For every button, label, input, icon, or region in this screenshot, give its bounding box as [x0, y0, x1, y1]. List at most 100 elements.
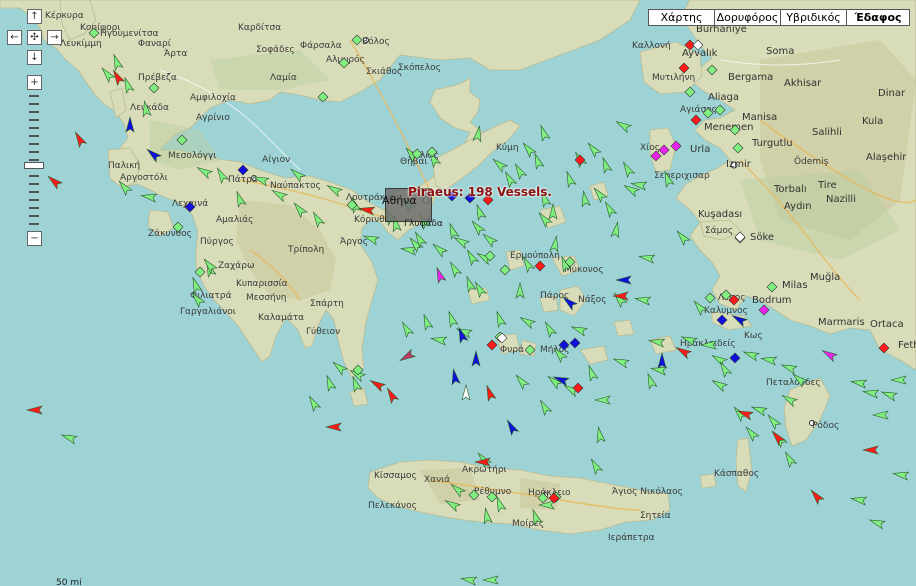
other-vessel-icon[interactable]: [398, 348, 417, 364]
cargo-vessel-icon[interactable]: [214, 166, 230, 185]
passenger-vessel-icon[interactable]: [561, 294, 579, 311]
cargo-vessel-icon[interactable]: [399, 320, 415, 339]
passenger-vessel-icon[interactable]: [471, 349, 481, 367]
cargo-vessel-icon[interactable]: [743, 425, 760, 443]
tanker-vessel-icon[interactable]: [324, 422, 342, 432]
cargo-vessel-icon[interactable]: [588, 457, 604, 476]
cargo-vessel-icon[interactable]: [518, 314, 537, 330]
tanker-vessel-icon[interactable]: [769, 429, 786, 447]
cargo-vessel-icon[interactable]: [563, 170, 577, 188]
cargo-vessel-icon[interactable]: [861, 387, 880, 399]
zoom-slider-handle[interactable]: [24, 162, 44, 170]
moored-tanker-icon[interactable]: [728, 294, 740, 306]
cargo-vessel-icon[interactable]: [633, 294, 652, 306]
cargo-vessel-icon[interactable]: [431, 241, 449, 258]
cargo-vessel-icon[interactable]: [674, 229, 691, 247]
moored-tanker-icon[interactable]: [878, 342, 890, 354]
cargo-vessel-icon[interactable]: [233, 190, 247, 208]
moored-cargo-icon[interactable]: [766, 281, 778, 293]
cargo-vessel-icon[interactable]: [331, 359, 349, 376]
moored-cargo-icon[interactable]: [524, 344, 536, 356]
cargo-vessel-icon[interactable]: [481, 231, 499, 248]
cargo-vessel-icon[interactable]: [710, 377, 729, 393]
moored-cargo-icon[interactable]: [317, 91, 329, 103]
cargo-vessel-icon[interactable]: [60, 431, 78, 445]
cargo-vessel-icon[interactable]: [139, 191, 158, 203]
cargo-vessel-icon[interactable]: [493, 310, 507, 328]
moored-cargo-icon[interactable]: [537, 492, 549, 504]
tanker-vessel-icon[interactable]: [674, 344, 693, 360]
cargo-vessel-icon[interactable]: [446, 222, 460, 240]
moored-cargo-icon[interactable]: [704, 292, 716, 304]
moored-cargo-icon[interactable]: [351, 34, 363, 46]
moored-cargo-icon[interactable]: [468, 489, 480, 501]
cargo-vessel-icon[interactable]: [110, 53, 124, 71]
passenger-vessel-icon[interactable]: [449, 367, 461, 386]
cargo-vessel-icon[interactable]: [447, 260, 463, 279]
passenger-vessel-icon[interactable]: [125, 115, 135, 133]
cargo-vessel-icon[interactable]: [529, 508, 543, 526]
cargo-vessel-icon[interactable]: [140, 99, 152, 118]
moored-cargo-icon[interactable]: [426, 146, 438, 158]
moored-special-icon[interactable]: [650, 150, 662, 162]
cargo-vessel-icon[interactable]: [765, 413, 782, 431]
passenger-vessel-icon[interactable]: [730, 312, 749, 328]
cargo-vessel-icon[interactable]: [742, 348, 760, 362]
special-vessel-icon[interactable]: [433, 266, 447, 284]
moored-passenger-icon[interactable]: [729, 352, 741, 364]
cargo-vessel-icon[interactable]: [699, 340, 717, 350]
cargo-vessel-icon[interactable]: [323, 374, 337, 392]
cargo-vessel-icon[interactable]: [520, 141, 537, 159]
tanker-vessel-icon[interactable]: [368, 377, 387, 393]
cargo-vessel-icon[interactable]: [513, 373, 530, 391]
cargo-vessel-icon[interactable]: [481, 506, 493, 525]
moored-cargo-icon[interactable]: [338, 57, 350, 69]
cargo-vessel-icon[interactable]: [585, 141, 602, 159]
cargo-vessel-icon[interactable]: [537, 124, 551, 142]
cargo-vessel-icon[interactable]: [464, 248, 480, 267]
moored-cargo-icon[interactable]: [714, 104, 726, 116]
moored-passenger-icon[interactable]: [569, 337, 581, 349]
cargo-vessel-icon[interactable]: [880, 388, 898, 402]
cargo-vessel-icon[interactable]: [310, 210, 326, 229]
cargo-vessel-icon[interactable]: [549, 234, 560, 253]
map-type-hybrid-button[interactable]: Υβριδικός: [780, 9, 847, 26]
moored-passenger-icon[interactable]: [716, 314, 728, 326]
cargo-vessel-icon[interactable]: [602, 200, 618, 219]
passenger-vessel-icon[interactable]: [504, 418, 520, 437]
moored-unknown-icon[interactable]: [692, 39, 704, 51]
moored-cargo-icon[interactable]: [486, 491, 498, 503]
cargo-vessel-icon[interactable]: [891, 469, 910, 481]
cargo-vessel-icon[interactable]: [537, 398, 553, 417]
moored-cargo-icon[interactable]: [148, 82, 160, 94]
vessel-layer[interactable]: [0, 0, 916, 586]
cargo-vessel-icon[interactable]: [593, 395, 611, 405]
cargo-vessel-icon[interactable]: [443, 497, 462, 513]
cargo-vessel-icon[interactable]: [515, 281, 525, 299]
moored-special-icon[interactable]: [658, 144, 670, 156]
cargo-vessel-icon[interactable]: [579, 189, 591, 208]
zoom-out-button[interactable]: −: [27, 231, 42, 246]
moored-tanker-icon[interactable]: [534, 260, 546, 272]
cargo-vessel-icon[interactable]: [750, 403, 768, 417]
moored-cargo-icon[interactable]: [684, 86, 696, 98]
map-type-satellite-button[interactable]: Δορυφόρος: [714, 9, 781, 26]
moored-cargo-icon[interactable]: [720, 289, 732, 301]
cargo-vessel-icon[interactable]: [291, 201, 308, 219]
cargo-vessel-icon[interactable]: [189, 276, 203, 294]
cargo-vessel-icon[interactable]: [599, 156, 613, 174]
cargo-vessel-icon[interactable]: [849, 494, 868, 506]
cargo-vessel-icon[interactable]: [647, 336, 666, 348]
tanker-vessel-icon[interactable]: [861, 445, 879, 455]
cargo-vessel-icon[interactable]: [289, 166, 307, 183]
tanker-vessel-icon[interactable]: [46, 173, 64, 190]
map-type-terrain-button[interactable]: Έδαφος: [846, 9, 910, 26]
zoom-slider-track[interactable]: [27, 93, 41, 226]
cargo-vessel-icon[interactable]: [452, 234, 471, 250]
tanker-vessel-icon[interactable]: [25, 405, 43, 415]
tanker-vessel-icon[interactable]: [808, 488, 825, 506]
moored-cargo-icon[interactable]: [172, 221, 184, 233]
moored-cargo-icon[interactable]: [702, 107, 714, 119]
cargo-vessel-icon[interactable]: [614, 118, 633, 134]
cargo-vessel-icon[interactable]: [591, 186, 608, 204]
